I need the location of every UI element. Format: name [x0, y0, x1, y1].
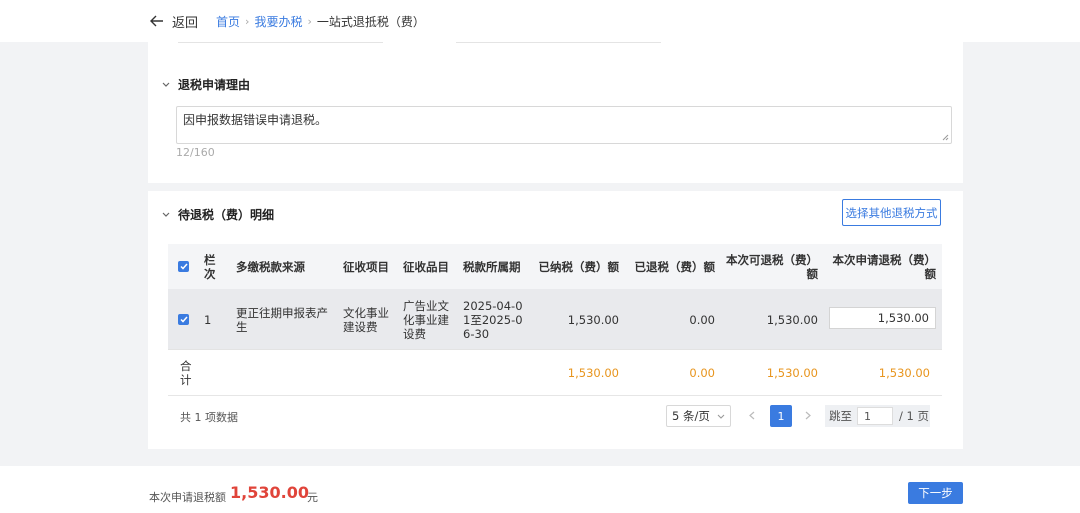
- total-label: 合计: [180, 359, 192, 387]
- breadcrumb-tax-service[interactable]: 我要办税: [254, 13, 302, 30]
- reason-textarea[interactable]: 因申报数据错误申请退税。: [176, 106, 952, 144]
- cell-row-no: 1: [204, 312, 212, 327]
- chevron-down-icon: [162, 82, 170, 87]
- detail-section-title: 待退税（费）明细: [178, 208, 275, 222]
- breadcrumb-current: 一站式退抵税（费）: [316, 14, 425, 29]
- total-refunded: 0.00: [689, 366, 715, 380]
- arrow-left-icon: [150, 15, 163, 27]
- col-refundable: 本次可退税（费）额: [726, 253, 818, 281]
- footer-amount: 1,530.00: [230, 483, 309, 502]
- table-header-row: 栏次 多缴税款来源 征收项目 征收品目 税款所属期 已纳税（费）额 已退税（费）…: [168, 244, 942, 289]
- page-number-current[interactable]: 1: [770, 405, 792, 427]
- total-pages: / 1 页: [899, 409, 930, 423]
- col-period: 税款所属期: [463, 260, 521, 274]
- row-checkbox[interactable]: [178, 314, 189, 325]
- cell-period: 2025-04-01至2025-06-30: [463, 298, 523, 341]
- breadcrumb: 首页 › 我要办税 › 一站式退抵税（费）: [216, 13, 425, 30]
- col-refunded: 已退税（费）额: [634, 260, 716, 274]
- cell-refunded: 0.00: [689, 312, 715, 327]
- top-bar: 返回 首页 › 我要办税 › 一站式退抵税（费）: [0, 0, 1080, 42]
- cell-refundable: 1,530.00: [766, 312, 818, 327]
- col-paid: 已纳税（费）额: [538, 260, 620, 274]
- table-total-row: 合计 1,530.00 0.00 1,530.00 1,530.00: [168, 350, 942, 396]
- total-refundable: 1,530.00: [766, 366, 818, 380]
- col-source: 多缴税款来源: [236, 260, 305, 274]
- cell-source: 更正往期申报表产生: [236, 305, 328, 334]
- refund-detail-card: 待退税（费）明细 选择其他退税方式 栏次 多缴税款来源 征收项目 征收品目 税款…: [148, 191, 963, 449]
- footer-bar: 本次申请退税额 1,530.00 元 下一步: [0, 466, 1080, 513]
- check-icon: [179, 263, 188, 270]
- choose-other-refund-method-button[interactable]: 选择其他退税方式: [842, 199, 941, 226]
- back-label: 返回: [172, 15, 199, 31]
- reason-text: 因申报数据错误申请退税。: [183, 113, 328, 127]
- next-step-button[interactable]: 下一步: [908, 482, 963, 504]
- cell-paid: 1,530.00: [567, 312, 619, 327]
- pagination: 共 1 项数据 5 条/页 1 跳至 1 / 1 页: [168, 404, 942, 428]
- cell-subitem: 广告业文化事业建设费: [403, 298, 449, 341]
- detail-section-header[interactable]: 待退税（费）明细: [162, 206, 274, 223]
- chevron-down-icon: [162, 212, 170, 217]
- total-paid: 1,530.00: [567, 366, 619, 380]
- col-row-no: 栏次: [204, 253, 216, 281]
- cell-item: 文化事业建设费: [343, 305, 389, 334]
- next-page-icon[interactable]: [805, 411, 811, 420]
- check-icon: [179, 316, 188, 323]
- prev-page-icon[interactable]: [749, 411, 755, 420]
- chevron-down-icon: [717, 414, 725, 419]
- col-item: 征收项目: [343, 260, 389, 274]
- breadcrumb-separator: ›: [245, 14, 250, 28]
- col-apply: 本次申请退税（费）额: [832, 253, 937, 281]
- total-count: 共 1 项数据: [180, 411, 238, 424]
- table-row: 1 更正往期申报表产生 文化事业建设费 广告业文化事业建设费 2025-04-0…: [168, 289, 942, 350]
- jump-page-input[interactable]: 1: [857, 407, 893, 425]
- reason-section-title: 退税申请理由: [178, 78, 251, 92]
- total-apply: 1,530.00: [878, 366, 930, 380]
- page-size-value: 5 条/页: [672, 409, 710, 423]
- select-all-checkbox[interactable]: [178, 261, 189, 272]
- footer-unit: 元: [307, 491, 318, 504]
- previous-field-underline: [178, 42, 383, 43]
- page-jumper: 跳至 1 / 1 页: [825, 405, 930, 427]
- jump-label: 跳至: [829, 409, 852, 423]
- previous-field-underline: [456, 42, 661, 43]
- breadcrumb-separator: ›: [307, 14, 312, 28]
- char-counter: 12/160: [176, 146, 215, 159]
- apply-amount-input[interactable]: 1,530.00: [829, 307, 936, 329]
- breadcrumb-home[interactable]: 首页: [216, 13, 240, 30]
- resize-handle-icon[interactable]: [942, 134, 949, 141]
- page-size-select[interactable]: 5 条/页: [666, 405, 731, 427]
- footer-label: 本次申请退税额: [149, 491, 226, 504]
- col-subitem: 征收品目: [403, 260, 449, 274]
- reason-section-header[interactable]: 退税申请理由: [162, 76, 250, 93]
- refund-reason-card: 退税申请理由 因申报数据错误申请退税。 12/160: [148, 42, 963, 183]
- back-button[interactable]: 返回: [150, 12, 198, 31]
